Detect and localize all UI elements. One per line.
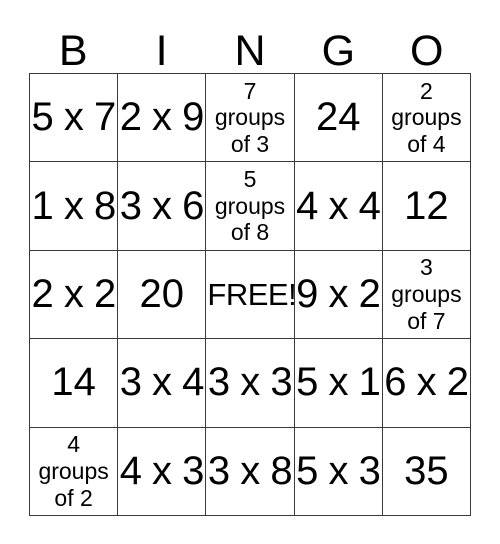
bingo-cell[interactable]: 3 groups of 7 [382,250,472,340]
bingo-cell-text: 12 [404,183,449,228]
bingo-cell[interactable]: 3 x 8 [206,427,295,516]
bingo-cell[interactable]: 24 [294,74,383,163]
bingo-row: 1 x 8 3 x 6 5 groups of 8 4 x 4 12 [30,162,472,251]
bingo-cell-text: 5 x 1 [296,360,381,405]
bingo-row: 2 x 2 20 FREE! 9 x 2 3 groups of 7 [30,250,472,340]
bingo-cell-text: 4 x 4 [296,183,381,228]
bingo-cell[interactable]: 4 x 4 [294,162,383,251]
bingo-cell[interactable]: 35 [382,427,472,516]
bingo-cell[interactable]: 5 x 3 [294,427,383,516]
bingo-header-letter-b: B [58,27,88,75]
bingo-header-letter-n: N [234,27,266,75]
bingo-cell[interactable]: 4 groups of 2 [30,427,119,516]
bingo-cell-text: 5 x 7 [31,95,116,140]
bingo-cell[interactable]: 2 x 9 [118,74,207,163]
bingo-cell-text: 3 x 3 [207,360,293,405]
bingo-cell-text: 3 x 4 [119,360,205,405]
bingo-header-letter-i: I [155,27,168,75]
bingo-cell-text: 9 x 2 [296,272,381,317]
bingo-cell-text: 4 groups of 2 [38,431,109,511]
bingo-cell-free[interactable]: FREE! [206,250,295,340]
bingo-cell-text: 14 [51,360,96,405]
bingo-cell[interactable]: 4 x 3 [118,427,207,516]
bingo-row: 4 groups of 2 4 x 3 3 x 8 5 x 3 35 [30,427,472,516]
bingo-cell[interactable]: 1 x 8 [30,162,119,251]
bingo-cell-text: 2 groups of 4 [391,77,462,158]
bingo-header-row: B I N G O [29,28,471,73]
bingo-header-letter-o: O [410,27,444,75]
bingo-cell[interactable]: 5 x 1 [294,339,383,428]
bingo-cell[interactable]: 5 groups of 8 [206,162,295,251]
bingo-cell-text: 24 [315,95,361,140]
bingo-cell[interactable]: 7 groups of 3 [206,74,295,163]
bingo-cell-text: 7 groups of 3 [214,77,286,158]
bingo-cell[interactable]: 3 x 6 [118,162,207,251]
bingo-cell-text: 5 groups of 8 [214,166,286,246]
bingo-cell[interactable]: 3 x 3 [206,339,295,428]
bingo-cell-text: 3 groups of 7 [391,254,462,334]
bingo-row: 14 3 x 4 3 x 3 5 x 1 6 x 2 [30,339,472,428]
bingo-cell[interactable]: 20 [118,250,207,340]
bingo-cell[interactable]: 9 x 2 [294,250,383,340]
bingo-cell[interactable]: 2 x 2 [30,250,119,340]
bingo-cell-text: 35 [404,448,449,493]
bingo-cell-text: 2 x 9 [119,95,205,140]
bingo-cell-text: 5 x 3 [296,448,381,493]
bingo-cell[interactable]: 3 x 4 [118,339,207,428]
bingo-cell[interactable]: 2 groups of 4 [382,74,472,163]
bingo-cell[interactable]: 5 x 7 [30,74,119,163]
bingo-cell[interactable]: 6 x 2 [382,339,472,428]
bingo-cell-text: FREE! [207,276,295,312]
bingo-cell-text: 2 x 2 [31,272,116,317]
bingo-header-letter-g: G [321,27,356,75]
bingo-grid: 5 x 7 2 x 9 7 groups of 3 24 2 groups of… [29,73,472,516]
bingo-cell-text: 3 x 6 [119,183,205,228]
bingo-card: B I N G O 5 x 7 2 x 9 7 groups of 3 24 2… [29,28,472,516]
bingo-row: 5 x 7 2 x 9 7 groups of 3 24 2 groups of… [30,74,472,163]
bingo-cell-text: 3 x 8 [207,448,293,493]
bingo-cell-text: 6 x 2 [384,360,469,405]
bingo-cell-text: 4 x 3 [119,448,205,493]
bingo-cell-text: 1 x 8 [31,183,116,228]
bingo-cell[interactable]: 14 [30,339,119,428]
bingo-cell[interactable]: 12 [382,162,472,251]
bingo-cell-text: 20 [139,272,185,317]
